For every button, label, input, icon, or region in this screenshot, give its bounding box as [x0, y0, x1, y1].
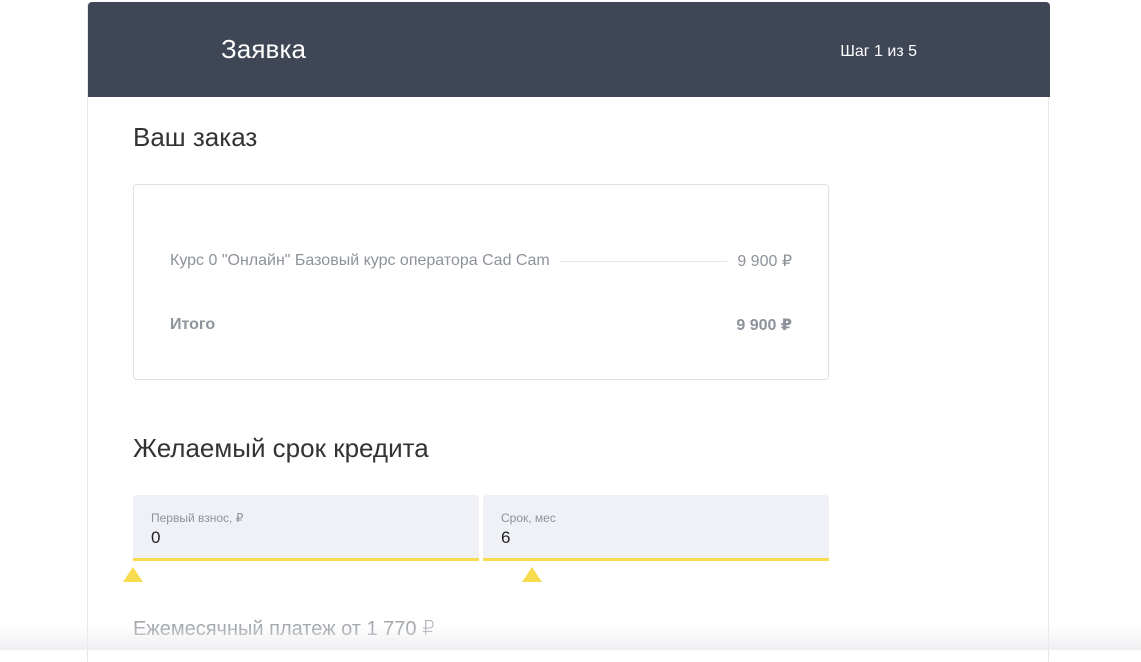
order-item-row: Курс 0 "Онлайн" Базовый курс оператора C…	[170, 251, 792, 271]
term-slider-handle[interactable]	[522, 567, 542, 582]
order-total-value: 9 900 ₽	[736, 317, 792, 334]
term-label: Срок, мес	[501, 511, 556, 525]
order-item-name: Курс 0 "Онлайн" Базовый курс оператора C…	[170, 252, 550, 269]
order-total-label: Итого	[170, 316, 216, 333]
term-input[interactable]	[501, 528, 801, 548]
term-field[interactable]: Срок, мес	[483, 495, 829, 561]
down-payment-field[interactable]: Первый взнос, ₽	[133, 495, 479, 561]
down-payment-slider-handle[interactable]	[123, 567, 143, 582]
down-payment-input[interactable]	[151, 528, 451, 548]
header: Заявка Шаг 1 из 5	[88, 2, 1050, 97]
monthly-payment-text: Ежемесячный платеж от 1 770 ₽	[133, 618, 435, 640]
leader-line	[559, 260, 728, 262]
order-section-title: Ваш заказ	[133, 122, 258, 152]
order-item-price: 9 900 ₽	[737, 253, 792, 270]
order-total-row: Итого 9 900 ₽	[170, 315, 792, 335]
order-summary-box: Курс 0 "Онлайн" Базовый курс оператора C…	[133, 184, 829, 380]
page-title: Заявка	[221, 34, 307, 64]
down-payment-label: Первый взнос, ₽	[151, 511, 244, 525]
step-indicator: Шаг 1 из 5	[840, 43, 917, 60]
credit-section-title: Желаемый срок кредита	[133, 433, 429, 463]
